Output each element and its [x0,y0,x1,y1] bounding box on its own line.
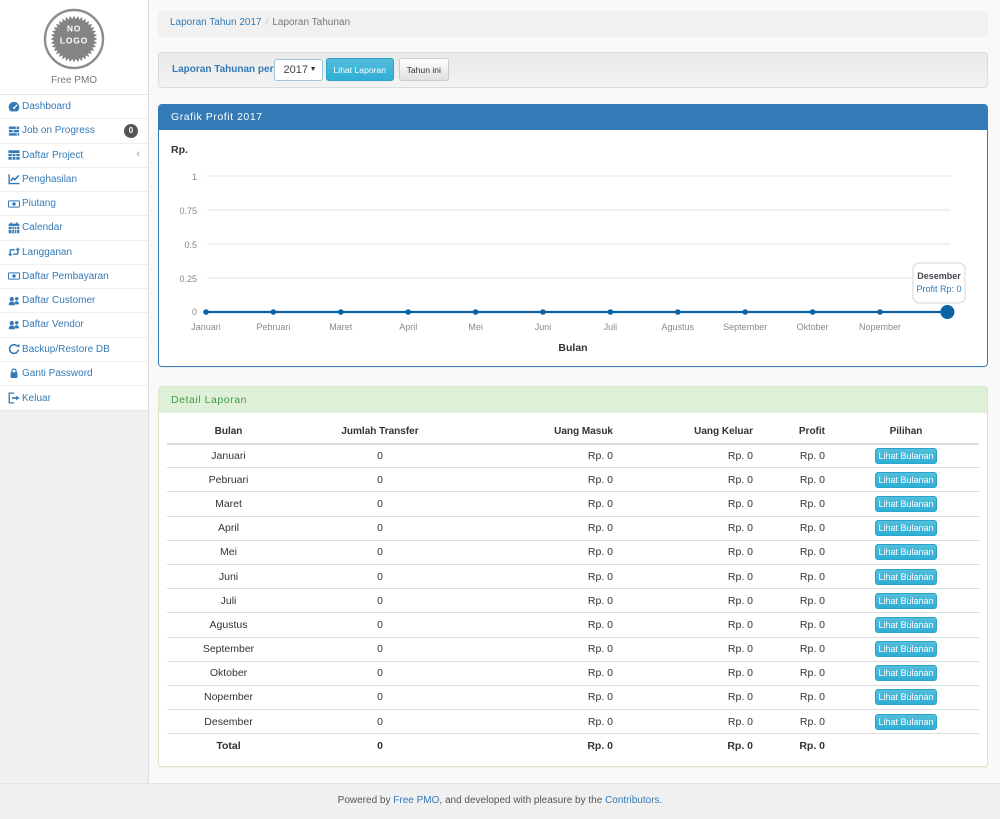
svg-text:Mei: Mei [468,322,483,332]
svg-text:0.25: 0.25 [179,274,197,284]
svg-text:Pebruari: Pebruari [256,322,290,332]
svg-text:Rp.: Rp. [171,144,188,156]
svg-text:Maret: Maret [329,322,353,332]
svg-text:Profit Rp: 0: Profit Rp: 0 [916,284,961,294]
svg-text:LOGO: LOGO [60,36,88,46]
svg-text:Desember: Desember [917,271,961,281]
svg-text:0.75: 0.75 [179,206,197,216]
svg-text:0.5: 0.5 [184,240,197,250]
svg-text:April: April [399,322,417,332]
svg-text:0: 0 [192,307,197,317]
svg-text:Oktober: Oktober [797,322,829,332]
svg-text:Bulan: Bulan [558,342,587,354]
svg-text:1: 1 [192,172,197,182]
svg-text:Juli: Juli [604,322,618,332]
svg-text:September: September [723,322,767,332]
svg-text:Agustus: Agustus [662,322,695,332]
svg-text:Juni: Juni [535,322,552,332]
svg-text:Januari: Januari [191,322,221,332]
svg-text:NO: NO [67,24,81,34]
svg-text:Nopember: Nopember [859,322,901,332]
